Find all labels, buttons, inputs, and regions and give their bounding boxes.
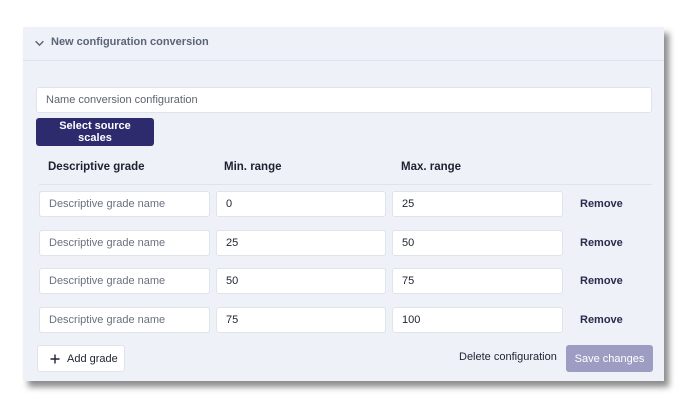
configuration-panel: New configuration conversion Select sour… [23,27,664,381]
min-range-input[interactable] [216,191,386,217]
max-range-input[interactable] [392,307,563,333]
save-changes-button[interactable]: Save changes [566,345,653,372]
panel-title: New configuration conversion [51,36,209,48]
remove-row-button[interactable]: Remove [580,314,623,326]
column-header-descriptive-grade: Descriptive grade [48,161,145,173]
delete-configuration-button[interactable]: Delete configuration [459,351,557,363]
max-range-input[interactable] [392,191,563,217]
min-range-input[interactable] [216,307,386,333]
remove-row-button[interactable]: Remove [580,237,623,249]
add-grade-button[interactable]: Add grade [37,345,125,372]
column-header-max-range: Max. range [401,161,462,173]
remove-row-button[interactable]: Remove [580,275,623,287]
remove-row-button[interactable]: Remove [580,198,623,210]
column-header-min-range: Min. range [224,161,282,173]
grade-name-input[interactable] [39,191,210,217]
max-range-input[interactable] [392,268,563,294]
grade-name-input[interactable] [39,307,210,333]
plus-icon [50,354,60,363]
max-range-input[interactable] [392,230,563,256]
add-grade-label: Add grade [67,352,118,365]
min-range-input[interactable] [216,230,386,256]
grade-name-input[interactable] [39,230,210,256]
chevron-down-icon[interactable] [34,38,45,49]
select-source-scales-button[interactable]: Select source scales [36,118,154,146]
grade-name-input[interactable] [39,268,210,294]
configuration-name-input[interactable] [36,87,652,113]
min-range-input[interactable] [216,268,386,294]
panel-header[interactable]: New configuration conversion [23,27,664,61]
header-divider [39,184,652,185]
